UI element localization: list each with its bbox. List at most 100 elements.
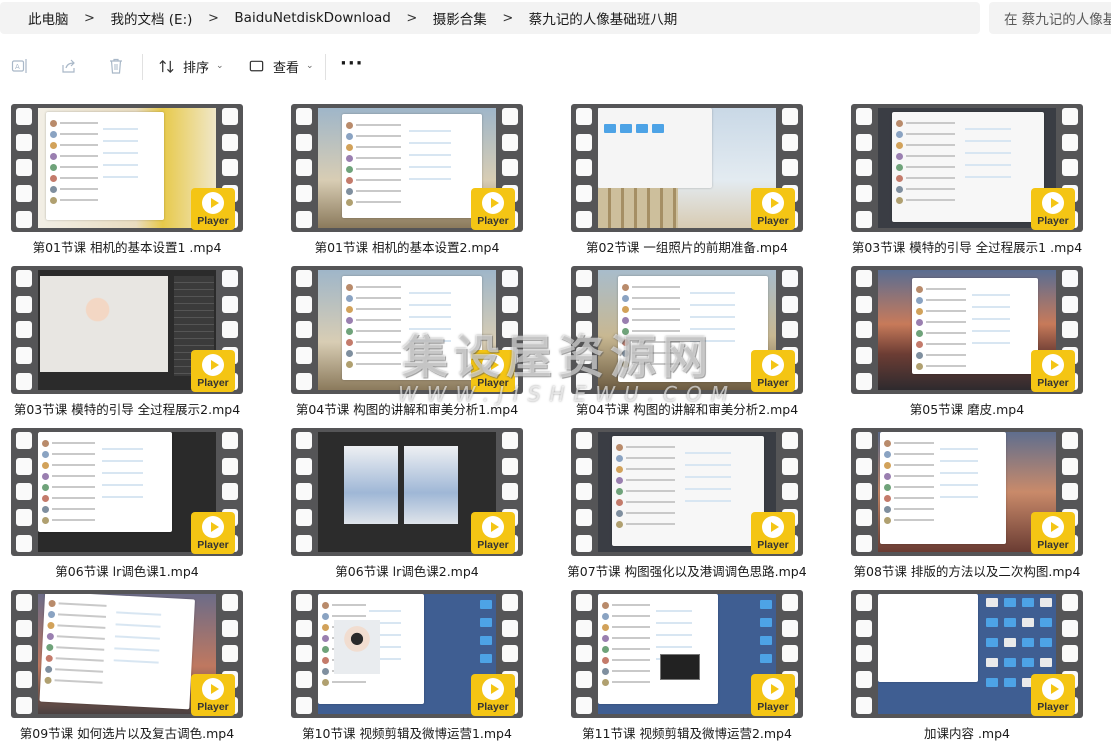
thumbnail-frame <box>598 594 776 714</box>
video-thumbnail[interactable]: Player <box>11 428 243 556</box>
file-name[interactable]: 第07节课 构图强化以及港调调色思路.mp4 <box>551 561 823 580</box>
chat-window-preview <box>598 594 718 704</box>
video-thumbnail[interactable]: Player <box>571 428 803 556</box>
chevron-right-icon[interactable]: > <box>192 11 234 26</box>
video-thumbnail[interactable]: Player <box>571 266 803 394</box>
video-file-item[interactable]: Player 第11节课 视频剪辑及微博运营2.mp4 <box>571 586 851 748</box>
video-preview <box>660 654 700 680</box>
chevron-right-icon[interactable]: > <box>391 11 433 26</box>
chat-window-preview <box>38 432 172 532</box>
video-file-item[interactable]: Player 第09节课 如何选片以及复古调色.mp4 <box>11 586 291 748</box>
breadcrumb-label: 我的文档 (E:) <box>110 12 193 28</box>
player-badge-label: Player <box>197 701 229 713</box>
file-name[interactable]: 第01节课 相机的基本设置2.mp4 <box>271 237 543 256</box>
file-name[interactable]: 第05节课 磨皮.mp4 <box>831 399 1103 418</box>
play-icon <box>482 516 504 538</box>
breadcrumb-item-baidunetdisk[interactable]: BaiduNetdiskDownload > <box>234 2 432 34</box>
video-file-item[interactable]: Player 第04节课 构图的讲解和审美分析2.mp4 <box>571 262 851 424</box>
video-thumbnail[interactable]: Player <box>851 266 1083 394</box>
building-photo <box>598 188 678 228</box>
breadcrumb-item-drive-e[interactable]: 我的文档 (E:) > <box>111 2 235 34</box>
play-icon <box>1042 678 1064 700</box>
player-badge: Player <box>751 188 795 230</box>
tilted-window-preview <box>39 594 215 714</box>
video-file-item[interactable]: Player 第04节课 构图的讲解和审美分析1.mp4 <box>291 262 571 424</box>
view-button[interactable]: 查看 ⌄ <box>248 53 314 79</box>
video-file-item[interactable]: Player 第01节课 相机的基本设置2.mp4 <box>291 100 571 262</box>
thumbnail-frame <box>598 108 776 228</box>
thumbnail-frame <box>38 108 216 228</box>
video-file-item[interactable]: Player 第03节课 模特的引导 全过程展示1 .mp4 <box>851 100 1111 262</box>
video-file-item[interactable]: Player 第01节课 相机的基本设置1 .mp4 <box>11 100 291 262</box>
file-name[interactable]: 第11节课 视频剪辑及微博运营2.mp4 <box>551 723 823 742</box>
video-thumbnail[interactable]: Player <box>571 590 803 718</box>
film-sprocket-holes <box>851 428 877 556</box>
thumbnail-frame <box>318 432 496 552</box>
chat-window-preview <box>342 114 482 218</box>
breadcrumb-item-photography[interactable]: 摄影合集 > <box>433 2 529 34</box>
player-badge-label: Player <box>1037 701 1069 713</box>
file-name[interactable]: 第09节课 如何选片以及复古调色.mp4 <box>0 723 263 742</box>
video-file-item[interactable]: Player 第05节课 磨皮.mp4 <box>851 262 1111 424</box>
chat-window-preview <box>880 432 1006 544</box>
video-thumbnail[interactable]: Player <box>851 104 1083 232</box>
video-thumbnail[interactable]: Player <box>291 590 523 718</box>
sort-button[interactable]: 排序 ⌄ <box>158 53 224 79</box>
film-sprocket-holes <box>851 104 877 232</box>
share-icon[interactable] <box>60 57 78 75</box>
play-icon <box>482 192 504 214</box>
file-name[interactable]: 第06节课 lr调色课1.mp4 <box>0 561 263 580</box>
file-name[interactable]: 加课内容 .mp4 <box>831 723 1103 742</box>
toolbar-divider <box>142 54 143 80</box>
player-badge: Player <box>751 350 795 392</box>
search-input[interactable]: 在 蔡九记的人像基础班八期 中搜索 <box>989 2 1111 34</box>
video-file-item[interactable]: Player 第02节课 一组照片的前期准备.mp4 <box>571 100 851 262</box>
file-name[interactable]: 第10节课 视频剪辑及微博运营1.mp4 <box>271 723 543 742</box>
video-thumbnail[interactable]: Player <box>11 590 243 718</box>
thumbnail-frame <box>878 594 1056 714</box>
video-file-item[interactable]: Player 加课内容 .mp4 <box>851 586 1111 748</box>
play-icon <box>762 354 784 376</box>
player-badge-label: Player <box>477 701 509 713</box>
video-file-item[interactable]: Player 第07节课 构图强化以及港调调色思路.mp4 <box>567 424 851 586</box>
video-thumbnail[interactable]: Player <box>11 104 243 232</box>
file-name[interactable]: 第01节课 相机的基本设置1 .mp4 <box>0 237 263 256</box>
video-file-item[interactable]: Player 第08节课 排版的方法以及二次构图.mp4 <box>851 424 1111 586</box>
more-options-button[interactable]: ··· <box>340 54 364 74</box>
file-name[interactable]: 第04节课 构图的讲解和审美分析1.mp4 <box>271 399 543 418</box>
video-thumbnail[interactable]: Player <box>291 428 523 556</box>
file-name[interactable]: 第02节课 一组照片的前期准备.mp4 <box>551 237 823 256</box>
delete-icon[interactable] <box>107 57 125 75</box>
chevron-right-icon[interactable]: > <box>487 11 529 26</box>
player-badge: Player <box>471 188 515 230</box>
thumbnail-frame <box>38 432 216 552</box>
file-name[interactable]: 第06节课 lr调色课2.mp4 <box>271 561 543 580</box>
video-thumbnail[interactable]: Player <box>571 104 803 232</box>
player-badge-label: Player <box>757 215 789 227</box>
video-thumbnail[interactable]: Player <box>851 590 1083 718</box>
breadcrumb[interactable]: 此电脑 > 我的文档 (E:) > BaiduNetdiskDownload >… <box>0 2 980 34</box>
file-name[interactable]: 第03节课 模特的引导 全过程展示1 .mp4 <box>831 237 1103 256</box>
portrait-photo <box>334 620 380 674</box>
rename-icon[interactable]: A <box>11 57 29 75</box>
command-bar: A 排序 ⌄ 查看 ⌄ ··· <box>0 44 1111 88</box>
video-file-item[interactable]: Player 第06节课 lr调色课2.mp4 <box>291 424 571 586</box>
file-name[interactable]: 第03节课 模特的引导 全过程展示2.mp4 <box>0 399 263 418</box>
video-thumbnail[interactable]: Player <box>851 428 1083 556</box>
play-icon <box>202 516 224 538</box>
thumbnail-frame <box>878 270 1056 390</box>
blank-window-preview <box>878 594 978 682</box>
video-file-item[interactable]: Player 第10节课 视频剪辑及微博运营1.mp4 <box>291 586 571 748</box>
video-thumbnail[interactable]: Player <box>291 104 523 232</box>
chevron-right-icon[interactable]: > <box>69 11 111 26</box>
video-file-item[interactable]: Player 第06节课 lr调色课1.mp4 <box>11 424 291 586</box>
file-name[interactable]: 第04节课 构图的讲解和审美分析2.mp4 <box>551 399 823 418</box>
file-name[interactable]: 第08节课 排版的方法以及二次构图.mp4 <box>831 561 1103 580</box>
breadcrumb-item-this-pc[interactable]: 此电脑 > <box>0 2 111 34</box>
video-thumbnail[interactable]: Player <box>291 266 523 394</box>
video-thumbnail[interactable]: Player <box>11 266 243 394</box>
play-icon <box>202 678 224 700</box>
video-file-item[interactable]: Player 第03节课 模特的引导 全过程展示2.mp4 <box>11 262 291 424</box>
player-badge: Player <box>1031 512 1075 554</box>
breadcrumb-item-current-folder[interactable]: 蔡九记的人像基础班八期 <box>529 2 678 34</box>
